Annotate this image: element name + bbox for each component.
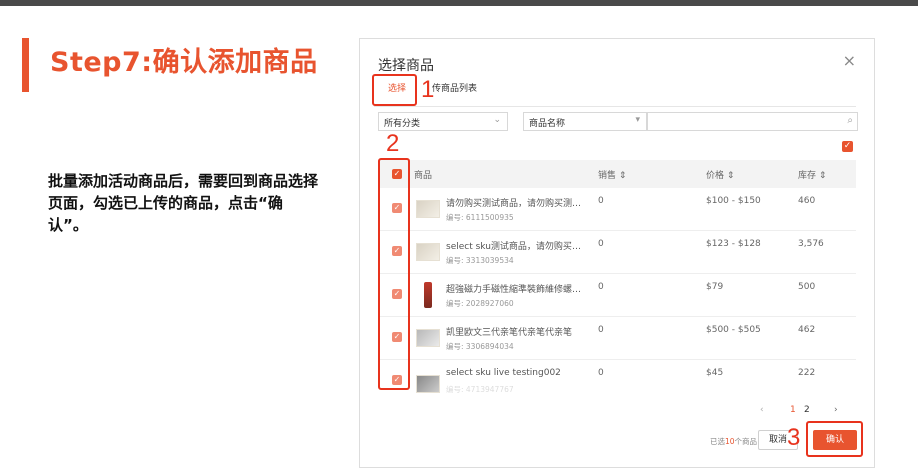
header-product[interactable]: 商品	[414, 168, 432, 181]
page-1-button[interactable]: 1	[790, 405, 796, 415]
search-field-select[interactable]: 商品名称 ▾	[523, 112, 647, 131]
dialog-title: 选择商品	[378, 58, 434, 74]
title-accent-bar	[22, 38, 29, 92]
stock-cell: 462	[798, 325, 816, 335]
product-code: 编号: 6111500935	[446, 213, 514, 222]
step-title: Step7:确认添加商品	[50, 47, 318, 78]
search-icon[interactable]: ⌕	[847, 115, 853, 126]
selected-count-number: 10	[725, 437, 735, 446]
selected-count-suffix: 个商品	[734, 437, 758, 446]
chevron-down-icon: ⌄	[493, 115, 501, 125]
stock-cell: 500	[798, 282, 816, 292]
sales-cell: 0	[598, 239, 604, 249]
step-description: 批量添加活动商品后，需要回到商品选择页面，勾选已上传的商品，点击“确认”。	[48, 172, 319, 234]
product-code: 编号: 4713947767	[446, 385, 514, 394]
close-icon[interactable]: ×	[843, 51, 856, 70]
highlight-box-tab	[372, 74, 417, 106]
price-cell: $100 - $150	[706, 196, 761, 206]
highlight-box-confirm	[806, 421, 863, 457]
product-thumbnail	[416, 200, 440, 218]
product-name: select sku live testing002	[446, 368, 561, 378]
header-stock[interactable]: 库存 ⇕	[798, 168, 826, 181]
price-cell: $500 - $505	[706, 325, 761, 335]
product-thumbnail	[416, 375, 440, 393]
annotation-number-3: 3	[787, 424, 801, 451]
category-select-value: 所有分类	[384, 119, 421, 129]
search-field-value: 商品名称	[529, 119, 566, 129]
caret-down-icon: ▾	[635, 115, 640, 125]
annotation-number-2: 2	[386, 130, 400, 157]
stock-cell: 3,576	[798, 239, 824, 249]
product-name: 超強磁力手磁性縮準裝飾維修螺絲...	[446, 285, 584, 295]
page-2-button[interactable]: 2	[804, 405, 810, 415]
product-thumbnail	[416, 329, 440, 347]
search-input[interactable]: ⌕	[647, 112, 858, 131]
category-select[interactable]: 所有分类 ⌄	[378, 112, 508, 131]
select-all-checkbox-top[interactable]: ✓	[842, 141, 853, 152]
filter-bar: 所有分类 ⌄ 商品名称 ▾ ⌕	[378, 112, 858, 132]
header-price[interactable]: 价格 ⇕	[706, 168, 734, 181]
table-row[interactable]: ✓ select sku测试商品，请勿购买测... 编号: 3313039534…	[378, 231, 856, 274]
product-thumbnail	[424, 282, 432, 308]
selected-count: 已选10个商品	[710, 436, 757, 447]
product-name: 请勿购买测试商品，请勿购买测试商	[446, 199, 584, 209]
product-table: ✓ 商品 销售 ⇕ 价格 ⇕ 库存 ⇕ ✓ 请勿购买测试商品，请勿购买测试商 编…	[378, 160, 856, 398]
product-name: 凯里欧文三代亲笔代亲笔代亲笔	[446, 328, 573, 338]
select-products-dialog: 选择商品 × 选择 传商品列表 所有分类 ⌄ 商品名称 ▾ ⌕ ✓ ✓ 商品 销…	[359, 38, 875, 468]
stock-cell: 222	[798, 368, 816, 378]
sales-cell: 0	[598, 325, 604, 335]
highlight-box-checkboxes	[378, 158, 410, 390]
product-name: select sku测试商品，请勿购买测...	[446, 242, 584, 252]
table-row[interactable]: ✓ select sku live testing002 编号: 4713947…	[378, 360, 856, 398]
next-page-button[interactable]: ›	[834, 405, 838, 415]
top-bar	[0, 0, 918, 6]
table-row[interactable]: ✓ 超強磁力手磁性縮準裝飾維修螺絲... 编号: 2028927060 0 $7…	[378, 274, 856, 317]
stock-cell: 460	[798, 196, 816, 206]
header-sales[interactable]: 销售 ⇕	[598, 168, 626, 181]
product-thumbnail	[416, 243, 440, 261]
price-cell: $79	[706, 282, 724, 292]
table-row[interactable]: ✓ 凯里欧文三代亲笔代亲笔代亲笔 编号: 3306894034 0 $500 -…	[378, 317, 856, 360]
annotation-number-1: 1	[421, 76, 435, 103]
sales-cell: 0	[598, 196, 604, 206]
price-cell: $45	[706, 368, 724, 378]
tab-upload-list[interactable]: 传商品列表	[432, 81, 477, 94]
table-header: ✓ 商品 销售 ⇕ 价格 ⇕ 库存 ⇕	[378, 160, 856, 188]
product-code: 编号: 2028927060	[446, 299, 514, 308]
selected-count-prefix: 已选	[710, 437, 725, 446]
prev-page-button[interactable]: ‹	[760, 405, 764, 415]
sales-cell: 0	[598, 368, 604, 378]
dialog-tabs: 选择 传商品列表	[374, 79, 856, 107]
sales-cell: 0	[598, 282, 604, 292]
price-cell: $123 - $128	[706, 239, 761, 249]
table-row[interactable]: ✓ 请勿购买测试商品，请勿购买测试商 编号: 6111500935 0 $100…	[378, 188, 856, 231]
product-code: 编号: 3313039534	[446, 256, 514, 265]
product-code: 编号: 3306894034	[446, 342, 514, 351]
